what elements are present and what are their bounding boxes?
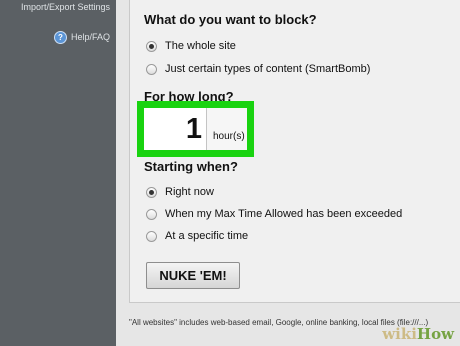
option-label: Just certain types of content (SmartBomb… — [165, 63, 371, 75]
wikihow-watermark: wikiHow — [382, 325, 454, 343]
radio-icon[interactable] — [146, 63, 157, 75]
sidebar: Import/Export Settings ? Help/FAQ — [0, 0, 116, 346]
option-label: When my Max Time Allowed has been exceed… — [165, 208, 403, 220]
watermark-wiki: wiki — [382, 325, 417, 343]
watermark-how: How — [416, 325, 454, 343]
option-label: Right now — [165, 186, 214, 198]
option-smartbomb[interactable]: Just certain types of content (SmartBomb… — [146, 63, 370, 75]
radio-icon[interactable] — [146, 230, 157, 242]
duration-control: 1 hour(s) — [144, 108, 247, 150]
radio-selected-icon[interactable] — [146, 40, 157, 52]
option-label: The whole site — [165, 40, 236, 52]
main-area: What do you want to block? The whole sit… — [116, 0, 460, 346]
help-icon: ? — [53, 31, 67, 44]
duration-unit: hour(s) — [213, 131, 245, 142]
duration-input[interactable]: 1 — [144, 108, 207, 150]
sidebar-item-import-export[interactable]: Import/Export Settings — [0, 2, 116, 13]
duration-highlight: 1 hour(s) — [137, 101, 254, 157]
radio-icon[interactable] — [146, 208, 157, 220]
settings-panel: What do you want to block? The whole sit… — [129, 0, 460, 303]
block-question: What do you want to block? — [144, 12, 317, 27]
sidebar-item-help-label: Help/FAQ — [70, 32, 110, 42]
sidebar-item-help[interactable]: ? Help/FAQ — [53, 31, 110, 44]
radio-selected-icon[interactable] — [146, 186, 157, 198]
duration-value: 1 — [185, 113, 202, 145]
start-question: Starting when? — [144, 159, 238, 174]
option-right-now[interactable]: Right now — [146, 186, 214, 198]
option-whole-site[interactable]: The whole site — [146, 40, 236, 52]
nuke-button[interactable]: NUKE 'EM! — [146, 262, 240, 289]
option-max-time[interactable]: When my Max Time Allowed has been exceed… — [146, 208, 402, 220]
option-label: At a specific time — [165, 230, 249, 242]
option-specific-time[interactable]: At a specific time — [146, 230, 248, 242]
